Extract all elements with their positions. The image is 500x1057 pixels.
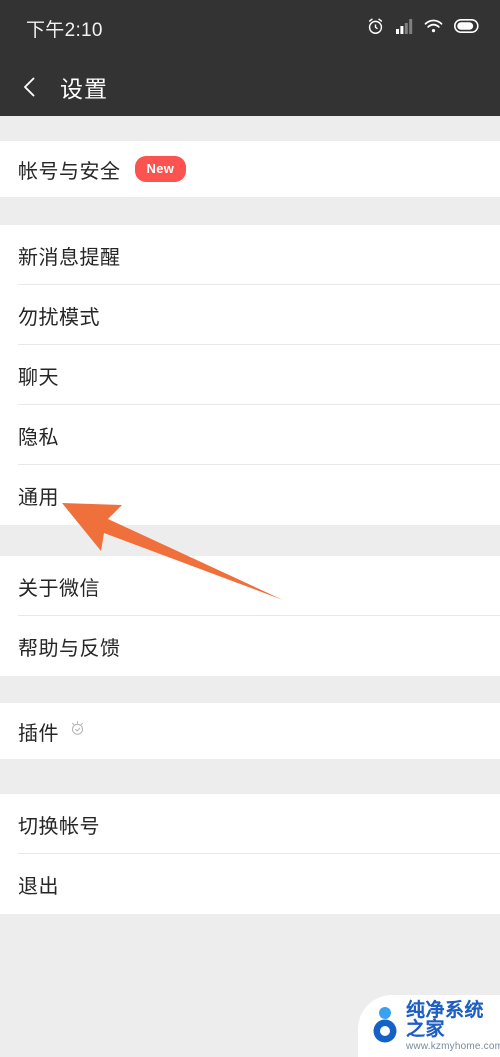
list-item-do-not-disturb[interactable]: 勿扰模式 — [0, 285, 500, 345]
section-gap — [0, 116, 500, 141]
watermark-text: 纯净系统之家 www.kzmyhome.com — [406, 1001, 500, 1052]
list-item-account-security[interactable]: 帐号与安全 New — [0, 141, 500, 197]
about-section: 关于微信 帮助与反馈 — [0, 556, 500, 676]
list-item-label: 插件 — [18, 722, 59, 745]
list-item-label: 勿扰模式 — [18, 306, 100, 329]
status-icons — [366, 17, 480, 41]
list-item-label: 关于微信 — [18, 577, 100, 600]
list-item-label: 帐号与安全 — [18, 160, 121, 183]
list-item-help-feedback[interactable]: 帮助与反馈 — [0, 616, 500, 676]
back-chevron-icon[interactable] — [17, 74, 43, 100]
list-item-logout[interactable]: 退出 — [0, 854, 500, 914]
list-item-about-wechat[interactable]: 关于微信 — [0, 556, 500, 616]
watermark: 纯净系统之家 www.kzmyhome.com — [358, 995, 500, 1057]
wifi-icon — [424, 19, 443, 39]
section-gap — [0, 525, 500, 556]
plugins-section: 插件 — [0, 703, 500, 759]
section-gap — [0, 759, 500, 794]
list-item-new-message-notification[interactable]: 新消息提醒 — [0, 225, 500, 285]
list-item-plugins[interactable]: 插件 — [0, 703, 500, 759]
plugin-badge-icon — [69, 720, 86, 742]
alarm-icon — [366, 17, 385, 41]
signal-icon — [396, 18, 413, 39]
account-section: 帐号与安全 New — [0, 141, 500, 197]
phone-screen: 下午2:10 设置 帐号与安全 New 新消息提醒 勿扰模式 聊天 隐私 通用 … — [0, 0, 500, 1057]
battery-icon — [454, 19, 480, 38]
list-item-general[interactable]: 通用 — [0, 465, 500, 525]
list-item-label: 通用 — [18, 486, 59, 509]
page-title: 设置 — [60, 75, 108, 102]
list-item-switch-account[interactable]: 切换帐号 — [0, 794, 500, 854]
status-time: 下午2:10 — [26, 20, 103, 41]
list-item-chat[interactable]: 聊天 — [0, 345, 500, 405]
app-header: 设置 — [0, 57, 500, 116]
watermark-url: www.kzmyhome.com — [406, 1040, 500, 1052]
status-badge: New — [134, 156, 187, 182]
list-item-label: 新消息提醒 — [18, 246, 121, 269]
status-bar: 下午2:10 — [0, 0, 500, 57]
preferences-section: 新消息提醒 勿扰模式 聊天 隐私 通用 — [0, 225, 500, 525]
section-gap — [0, 197, 500, 225]
list-item-label: 帮助与反馈 — [18, 637, 121, 660]
watermark-logo-icon — [370, 1004, 400, 1049]
list-item-label: 隐私 — [18, 426, 59, 449]
section-gap — [0, 676, 500, 703]
account-actions-section: 切换帐号 退出 — [0, 794, 500, 914]
watermark-title: 纯净系统之家 — [406, 1001, 500, 1039]
list-item-label: 切换帐号 — [18, 815, 100, 838]
list-item-privacy[interactable]: 隐私 — [0, 405, 500, 465]
list-item-label: 聊天 — [18, 366, 59, 389]
list-item-label: 退出 — [18, 875, 59, 898]
